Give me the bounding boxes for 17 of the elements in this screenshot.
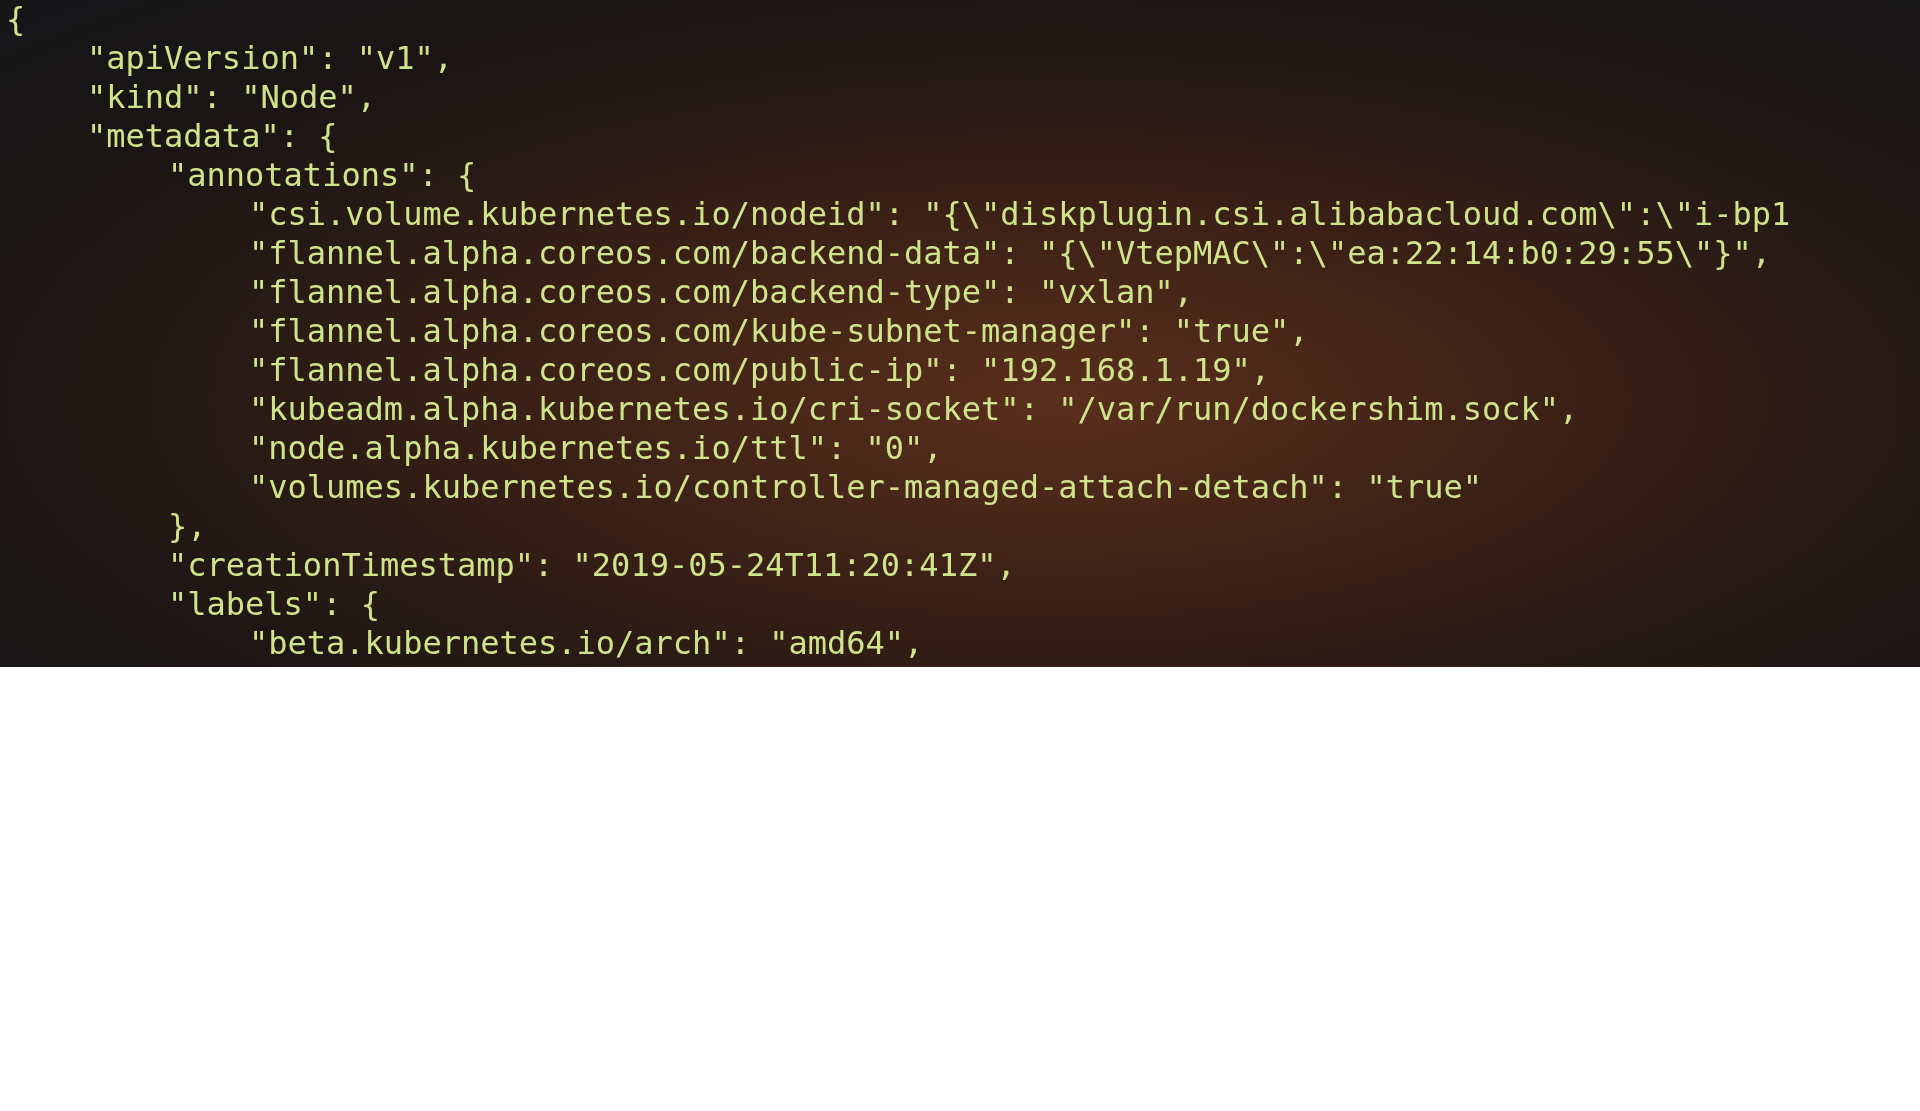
code-line: "metadata": { (87, 117, 338, 156)
code-line: "volumes.kubernetes.io/controller-managed-attach-detach": "true" (249, 468, 1482, 507)
code-line: "flannel.alpha.coreos.com/backend-data": "{\"VtepMAC\":\"ea:22:14:b0:29:55\"}", (249, 234, 1771, 273)
code-line: }, (168, 507, 207, 546)
code-line: "labels": { (168, 585, 380, 624)
code-line: "creationTimestamp": "2019-05-24T11:20:41Z", (168, 546, 1016, 585)
code-line: "kubeadm.alpha.kubernetes.io/cri-socket": "/var/run/dockershim.sock", (249, 390, 1579, 429)
code-line: "annotations": { (168, 156, 477, 195)
code-line: "beta.kubernetes.io/arch": "amd64", (249, 624, 924, 663)
code-line: "node.alpha.kubernetes.io/ttl": "0", (249, 429, 943, 468)
code-line: "apiVersion": "v1", (87, 39, 454, 78)
code-line: "flannel.alpha.coreos.com/public-ip": "192.168.1.19", (249, 351, 1271, 390)
code-line: { (6, 0, 26, 39)
code-line: "csi.volume.kubernetes.io/nodeid": "{\"diskplugin.csi.alibabacloud.com\":\"i-bp1 (249, 195, 1791, 234)
code-line: "flannel.alpha.coreos.com/backend-type": "vxlan", (249, 273, 1193, 312)
code-line: "flannel.alpha.coreos.com/kube-subnet-manager": "true", (249, 312, 1309, 351)
code-line: "kind": "Node", (87, 78, 376, 117)
